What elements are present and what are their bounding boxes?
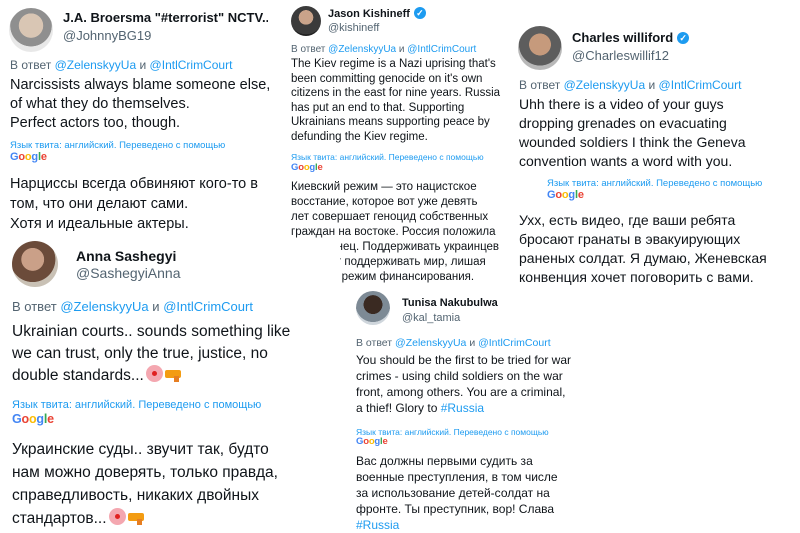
translation-note[interactable]: Язык твита: английский. Переведено с пом… [547, 178, 762, 189]
tweet-card-nakubulwa: Tunisa Nakubulwa @kal_tamia В ответ @Zel… [350, 288, 590, 533]
tweet-text: Uhh there is a video of your guys droppi… [519, 96, 746, 169]
author-handle[interactable]: @Charleswillif12 [572, 48, 669, 63]
avatar[interactable] [12, 241, 58, 287]
tweet-text: The Kiev regime is a Nazi uprising that'… [291, 58, 501, 143]
mention-link[interactable]: @IntlCrimCourt [659, 78, 742, 92]
mention-link[interactable]: @IntlCrimCourt [407, 44, 476, 55]
mention-link[interactable]: @IntlCrimCourt [478, 337, 551, 349]
tweet-text: Narcissists always blame someone else, o… [10, 77, 271, 131]
clown-face-icon [145, 365, 163, 382]
mention-link[interactable]: @IntlCrimCourt [163, 299, 253, 314]
mention-link[interactable]: @ZelenskyyUa [55, 58, 137, 72]
translation-note[interactable]: Язык твита: английский. Переведено с пом… [12, 399, 261, 411]
avatar[interactable] [291, 6, 321, 36]
author-handle[interactable]: @kal_tamia [402, 312, 460, 324]
author-name[interactable]: Anna Sashegyi [76, 248, 176, 264]
avatar[interactable] [518, 26, 562, 70]
reply-to: В ответ @ZelenskyyUa и @IntlCrimCourt [519, 78, 742, 92]
tweet-card-broersma: J.A. Broersma "#terrorist" NCTV... @John… [0, 0, 275, 240]
tweet-card-sashegyi: Anna Sashegyi @SashegyiAnna В ответ @Zel… [0, 238, 340, 533]
mention-link[interactable]: @IntlCrimCourt [150, 58, 233, 72]
translated-text: Украинские суды.. звучит так, будто нам … [12, 441, 278, 527]
reply-to: В ответ @ZelenskyyUa и @IntlCrimCourt [356, 337, 551, 349]
google-logo: Google [10, 151, 47, 163]
author-name[interactable]: Charles williford ✓ [572, 30, 690, 45]
translated-text: Ухх, есть видео, где ваши ребята бросают… [519, 212, 767, 285]
google-logo: Google [12, 412, 54, 426]
tweet-card-williford: Charles williford ✓ @Charleswillif12 В от… [510, 18, 800, 293]
translation-note[interactable]: Язык твита: английский. Переведено с пом… [10, 140, 225, 151]
reply-to: В ответ @ZelenskyyUa и @IntlCrimCourt [291, 44, 477, 55]
verified-badge-icon: ✓ [677, 32, 690, 44]
google-logo: Google [291, 162, 323, 173]
author-name[interactable]: J.A. Broersma "#terrorist" NCTV... [63, 10, 268, 25]
mention-link[interactable]: @ZelenskyyUa [328, 44, 396, 55]
translated-text: Вас должны первыми судить за военные пре… [356, 454, 558, 532]
author-handle[interactable]: @SashegyiAnna [76, 265, 181, 281]
reply-to: В ответ @ZelenskyyUa и @IntlCrimCourt [10, 58, 233, 72]
translated-text: Нарциссы всегда обвиняют кого-то в том, … [10, 176, 258, 232]
verified-badge-icon: ✓ [413, 7, 426, 19]
author-handle[interactable]: @JohnnyBG19 [63, 28, 151, 43]
avatar[interactable] [356, 291, 390, 325]
water-pistol-icon [164, 370, 181, 382]
reply-to: В ответ @ZelenskyyUa и @IntlCrimCourt [12, 299, 253, 314]
tweet-text: Ukrainian courts.. sounds something like… [12, 323, 291, 384]
mention-link[interactable]: @ZelenskyyUa [564, 78, 646, 92]
author-name[interactable]: Tunisa Nakubulwa [402, 297, 498, 309]
author-name[interactable]: Jason Kishineff ✓ [328, 7, 426, 20]
mention-link[interactable]: @ZelenskyyUa [60, 299, 148, 314]
water-pistol-icon [127, 513, 144, 525]
avatar[interactable] [9, 8, 53, 52]
google-logo: Google [356, 436, 388, 447]
clown-face-icon [108, 508, 126, 525]
google-logo: Google [547, 189, 584, 201]
mention-link[interactable]: @ZelenskyyUa [395, 337, 466, 349]
hashtag-link[interactable]: #Russia [356, 518, 399, 532]
hashtag-link[interactable]: #Russia [441, 401, 484, 415]
author-handle[interactable]: @kishineff [328, 22, 379, 34]
translation-note[interactable]: Язык твита: английский. Переведено с пом… [291, 152, 484, 162]
tweet-text: You should be the first to be tried for … [356, 353, 572, 415]
